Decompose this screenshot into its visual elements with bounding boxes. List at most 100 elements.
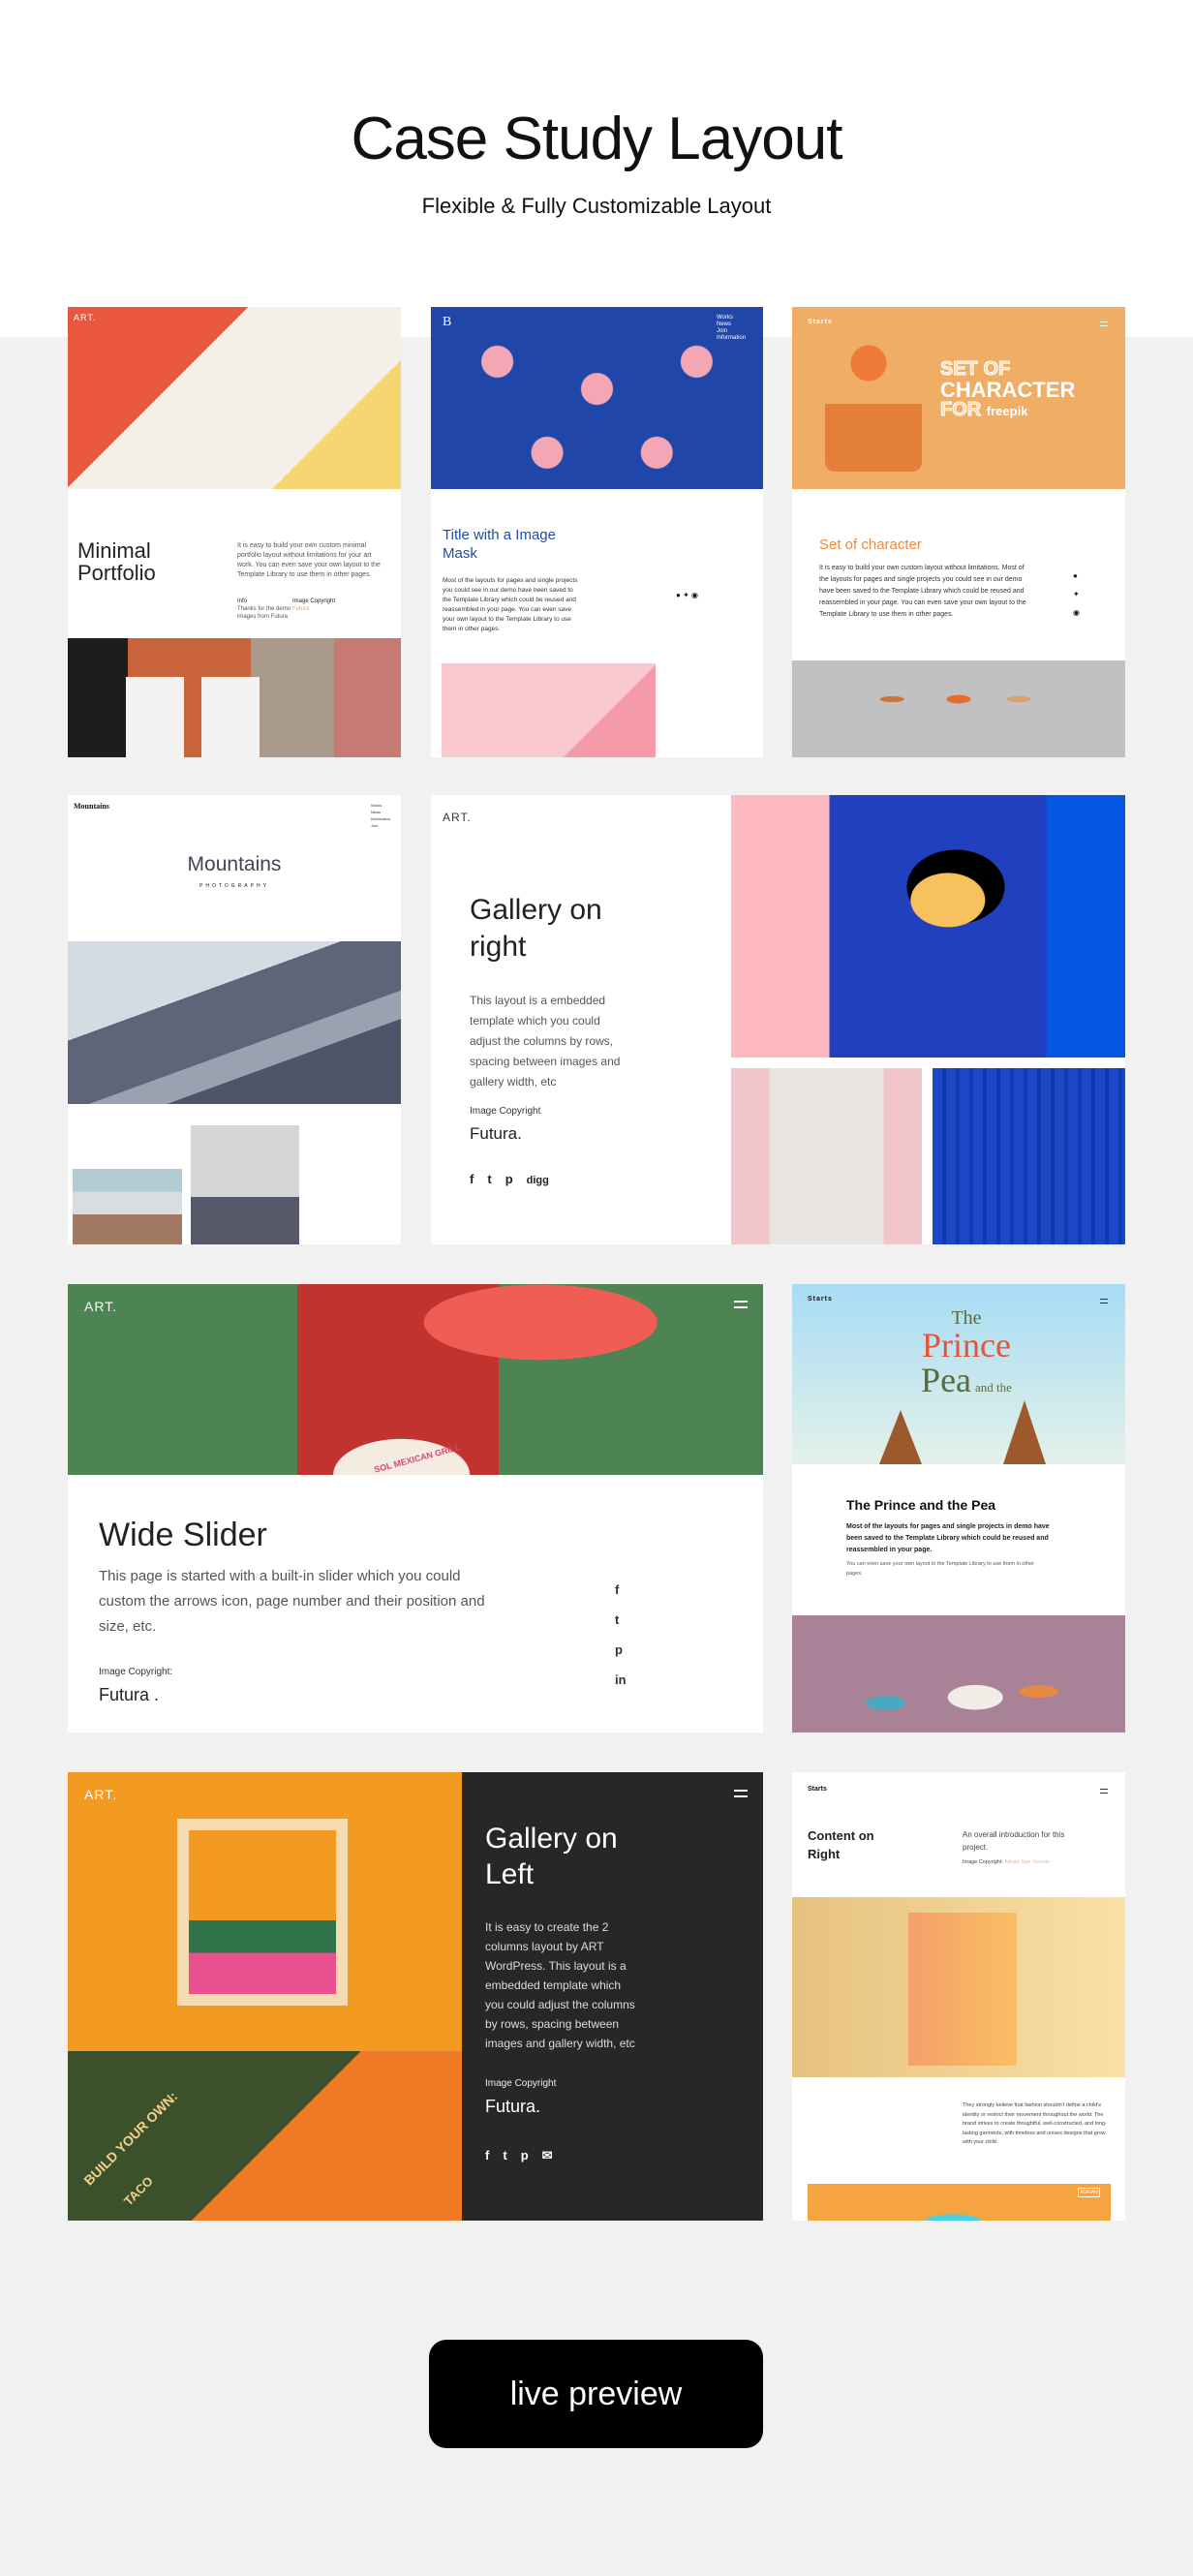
- card-image-mask[interactable]: B Works News Join Information Title with a …: [431, 307, 763, 757]
- social-icons: ● ✦ ◉: [1073, 567, 1080, 622]
- description: It is easy to create the 2 columns layou…: [485, 1920, 635, 2050]
- copyright-label: Image Copyright:: [99, 1667, 173, 1677]
- facebook-icon[interactable]: f: [485, 2148, 489, 2162]
- facebook-icon[interactable]: f: [615, 1575, 627, 1605]
- mountain-image: [68, 941, 401, 1104]
- menu-icon[interactable]: [1100, 322, 1108, 326]
- email-icon[interactable]: ✉: [542, 2148, 553, 2163]
- nav-item[interactable]: Information: [717, 335, 746, 342]
- nav-item[interactable]: Join: [717, 328, 746, 335]
- packaging-image: [933, 1068, 1125, 1244]
- logo: Mountains: [74, 802, 109, 811]
- peak-image: [191, 1125, 299, 1244]
- copyright-link[interactable]: Adrián San Vicente: [1004, 1859, 1050, 1865]
- twitter-icon[interactable]: t: [487, 1172, 491, 1186]
- social-icons: f t p in: [615, 1575, 627, 1695]
- cups-image: [431, 307, 763, 489]
- logo: ART.: [84, 1299, 118, 1314]
- twitter-icon[interactable]: t: [503, 2148, 506, 2162]
- logo: Starts: [808, 1786, 827, 1793]
- intro: An overall introduction for this project…: [963, 1830, 1065, 1852]
- facebook-icon[interactable]: ●: [1073, 567, 1080, 585]
- logo: ART.: [443, 811, 472, 824]
- logo: ART.: [74, 313, 97, 322]
- pinterest-icon[interactable]: p: [521, 2148, 529, 2162]
- pinterest-icon[interactable]: ◉: [691, 591, 698, 599]
- title: Title with a Image Mask: [443, 527, 556, 562]
- card-set-of-character[interactable]: Starts SET OF CHARACTER FOR freepik Set …: [792, 307, 1125, 757]
- card-mountains[interactable]: Mountains Works News Information Join Mount…: [68, 795, 401, 1244]
- menu-icon[interactable]: [734, 1790, 748, 1797]
- card-content-right[interactable]: Starts Content on Right An overall introd…: [792, 1772, 1125, 2221]
- title: Content on Right: [808, 1828, 874, 1861]
- subtitle: PHOTOGRAPHY: [199, 883, 269, 889]
- info-label: Info: [237, 598, 248, 604]
- digg-icon[interactable]: digg: [527, 1175, 549, 1186]
- live-preview-button[interactable]: live preview: [429, 2340, 763, 2448]
- hero-title: The Prince Pea and the: [921, 1307, 1012, 1399]
- logo: ART.: [84, 1787, 118, 1802]
- copyright-label: Image Copyright: [292, 598, 336, 604]
- hero-line-2: CHARACTER: [940, 378, 1076, 402]
- card-gallery-left[interactable]: BUILD YOUR OWN: TACO ART. Gallery on Left…: [68, 1772, 763, 2221]
- title: Gallery on right: [470, 894, 602, 963]
- pinterest-icon[interactable]: ◉: [1073, 603, 1080, 622]
- characters-image: [792, 660, 1125, 757]
- menu-icon[interactable]: [734, 1301, 748, 1308]
- nav-menu: Works News Join Information: [717, 315, 746, 342]
- card-gallery-right[interactable]: ART. Gallery on right This layout is a em…: [431, 795, 1125, 1244]
- copyright-value: Futura.: [470, 1124, 522, 1143]
- title: Wide Slider: [99, 1517, 267, 1553]
- linkedin-icon[interactable]: in: [615, 1665, 627, 1695]
- hero-line-3: FOR: [939, 399, 982, 420]
- menu-icon[interactable]: [1100, 1299, 1108, 1303]
- description: This layout is a embedded template which…: [470, 994, 621, 1089]
- pinterest-icon[interactable]: p: [505, 1172, 513, 1186]
- slider-image: [68, 1284, 763, 1475]
- facebook-icon[interactable]: f: [470, 1172, 474, 1186]
- title: Mountains: [187, 853, 282, 875]
- coffee-bag: [126, 677, 184, 757]
- cheese-image: [731, 795, 1125, 1058]
- copyright-label: Image Copyright: [485, 2078, 557, 2089]
- menu-icon[interactable]: [1100, 1789, 1108, 1794]
- pattern-image: [442, 663, 656, 757]
- description: Most of the layouts for pages and single…: [443, 577, 578, 632]
- frame: [177, 1819, 348, 2006]
- nav-item[interactable]: News: [717, 322, 746, 328]
- coffee-bag: [201, 677, 260, 757]
- copyright-label: Image Copyright: [470, 1106, 541, 1117]
- page-subtitle: Flexible & Fully Customizable Layout: [421, 194, 772, 218]
- nav-item[interactable]: Join: [371, 822, 390, 829]
- badge: ADRIÁN: [1078, 2188, 1100, 2197]
- card-prince-pea[interactable]: Starts The Prince Pea and the The Prince…: [792, 1284, 1125, 1733]
- twitter-icon[interactable]: t: [615, 1605, 627, 1635]
- copyright-value: Futura .: [99, 1685, 160, 1704]
- coffee-bag-image: [68, 307, 401, 489]
- title: The Prince and the Pea: [846, 1497, 996, 1513]
- body-text: They strongly believe that fashion shoul…: [963, 2102, 1107, 2145]
- hero-line-1: SET OF: [939, 358, 1011, 380]
- nav-item[interactable]: News: [371, 809, 390, 815]
- tower: [879, 1410, 922, 1464]
- twitter-icon[interactable]: ✦: [1073, 585, 1080, 603]
- social-icons: ● ✦ ◉: [676, 591, 698, 599]
- title: Gallery on Left: [485, 1823, 618, 1890]
- description-bold: Most of the layouts for pages and single…: [846, 1523, 1050, 1553]
- nav-item[interactable]: Information: [371, 815, 390, 822]
- facebook-icon[interactable]: ●: [676, 591, 681, 599]
- card-wide-slider[interactable]: SOL MEXICAN GRILL ART. Wide Slider This …: [68, 1284, 763, 1733]
- pinterest-icon[interactable]: p: [615, 1635, 627, 1665]
- nav-item[interactable]: Works: [371, 802, 390, 809]
- nav-item[interactable]: Works: [717, 315, 746, 322]
- description: This page is started with a built-in sli…: [99, 1568, 485, 1635]
- copyright-value: Futura.: [485, 2097, 541, 2116]
- description: It is easy to build your own custom mini…: [237, 542, 381, 578]
- card-minimal-portfolio[interactable]: ART. Minimal Portfolio It is easy to buil…: [68, 307, 401, 757]
- nav-menu: Works News Information Join: [371, 802, 390, 829]
- tower: [1003, 1400, 1046, 1464]
- twitter-icon[interactable]: ✦: [683, 591, 689, 599]
- characters-image: [792, 1615, 1125, 1733]
- armchair-character: [825, 336, 922, 472]
- copyright-link: Futura: [292, 606, 310, 612]
